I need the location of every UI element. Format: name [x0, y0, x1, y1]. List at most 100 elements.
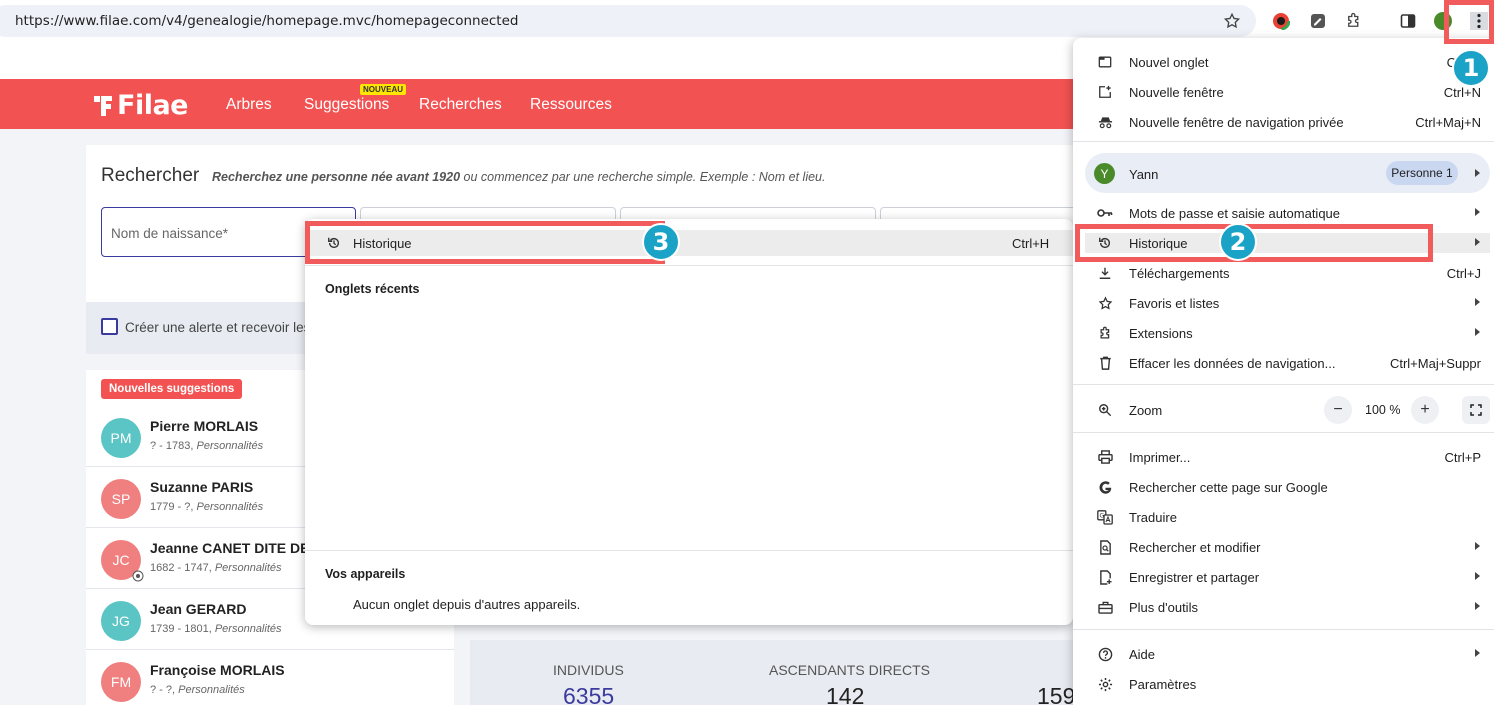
person-name: Jean GERARD: [150, 601, 247, 617]
stat-value-individus: 6355: [563, 683, 615, 705]
svg-text:G: G: [1100, 512, 1105, 519]
new-tab-icon: [1097, 54, 1113, 70]
zoom-value: 100 %: [1365, 403, 1401, 417]
history-submenu: Historique Ctrl+H Onglets récents Vos ap…: [305, 219, 1073, 625]
person-tag: Personnalités: [178, 684, 245, 696]
settings-icon: [1097, 676, 1113, 692]
person-dates-range: ? - ?,: [150, 684, 179, 696]
new-window-icon: [1097, 84, 1113, 100]
menu-extensions[interactable]: Extensions: [1129, 326, 1193, 341]
chevron-right-icon: [1475, 542, 1480, 550]
filae-logo[interactable]: Filae: [92, 90, 189, 121]
nav-recherches[interactable]: Recherches: [419, 96, 502, 114]
key-icon: [1097, 205, 1113, 221]
incognito-icon: [1097, 114, 1113, 130]
toolbox-icon: [1097, 599, 1113, 615]
stat-label-ascendants: ASCENDANTS DIRECTS: [769, 662, 931, 678]
menu-new-window[interactable]: Nouvelle fenêtre: [1129, 85, 1224, 100]
menu-incognito[interactable]: Nouvelle fenêtre de navigation privée: [1129, 115, 1344, 130]
stat-value-ascendants: 142: [826, 683, 865, 705]
nav-arbres[interactable]: Arbres: [226, 96, 272, 114]
find-icon: [1097, 539, 1113, 555]
menu-clear-data[interactable]: Effacer les données de navigation...: [1129, 356, 1335, 371]
suggestion-row[interactable]: FM Françoise MORLAIS ? - ?, Personnalité…: [86, 650, 454, 705]
separator: [1073, 432, 1494, 433]
person-tag: Personnalités: [196, 501, 264, 513]
create-alert-label: Créer une alerte et recevoir les f: [125, 320, 318, 335]
menu-save-share[interactable]: Enregistrer et partager: [1129, 570, 1259, 585]
menu-clear-data-shortcut: Ctrl+Maj+Suppr: [1389, 356, 1481, 371]
new-badge: NOUVEAU: [360, 84, 407, 95]
menu-help[interactable]: Aide: [1129, 647, 1155, 662]
annotation-box-1: [1444, 0, 1494, 44]
annotation-box-3: [305, 221, 665, 264]
create-alert-checkbox[interactable]: [101, 318, 118, 335]
filae-logo-icon: [94, 96, 112, 116]
person-dates-range: 1682 - 1747,: [150, 562, 215, 574]
separator: [305, 550, 1073, 551]
devices-empty-text: Aucun onglet depuis d'autres appareils.: [353, 597, 581, 612]
person-tag: Personnalités: [196, 440, 264, 452]
zoom-in-button[interactable]: +: [1411, 396, 1439, 424]
person-tag: Personnalités: [214, 562, 282, 574]
search-subtitle-rest: ou commencez par une recherche simple. E…: [460, 170, 826, 184]
zoom-out-button[interactable]: −: [1324, 396, 1352, 424]
person-name: Suzanne PARIS: [150, 479, 254, 495]
translate-icon: G: [1097, 509, 1113, 525]
person-name: Jeanne CANET DITE DE C: [150, 540, 324, 556]
menu-passwords[interactable]: Mots de passe et saisie automatique: [1129, 206, 1340, 221]
person-name: Françoise MORLAIS: [150, 662, 285, 678]
location-target-icon: [132, 570, 144, 582]
google-icon: [1097, 479, 1113, 495]
profile-avatar: Y: [1094, 163, 1115, 184]
url-text[interactable]: https://www.filae.com/v4/genealogie/home…: [15, 13, 518, 29]
puzzle-icon: [1097, 325, 1113, 341]
stat-value-third: 159: [1037, 683, 1076, 705]
menu-bookmarks[interactable]: Favoris et listes: [1129, 296, 1219, 311]
menu-incognito-shortcut: Ctrl+Maj+N: [1415, 115, 1481, 130]
browser-toolbar: https://www.filae.com/v4/genealogie/home…: [0, 0, 1494, 42]
menu-translate[interactable]: Traduire: [1129, 510, 1177, 525]
annotation-step-1: 1: [1452, 49, 1490, 87]
nav-suggestions[interactable]: Suggestions: [304, 96, 389, 114]
search-subtitle-bold: Recherchez une personne née avant 1920: [212, 170, 461, 184]
edit-extension-icon[interactable]: [1308, 11, 1328, 31]
avatar: FM: [101, 662, 141, 702]
menu-settings[interactable]: Paramètres: [1129, 677, 1196, 692]
chevron-right-icon: [1475, 169, 1480, 177]
menu-zoom-label: Zoom: [1129, 403, 1163, 418]
separator: [1073, 141, 1494, 142]
search-title: Rechercher: [101, 165, 200, 186]
menu-search-google[interactable]: Rechercher cette page sur Google: [1129, 480, 1328, 495]
person-dates: ? - ?, Personnalités: [150, 684, 245, 696]
avatar: JG: [101, 601, 141, 641]
fullscreen-button[interactable]: [1462, 396, 1490, 424]
profile-chip: Personne 1: [1386, 161, 1458, 185]
menu-downloads[interactable]: Téléchargements: [1129, 266, 1229, 281]
bookmark-star-icon[interactable]: [1222, 11, 1242, 31]
help-icon: [1097, 646, 1113, 662]
stat-label-individus: INDIVIDUS: [553, 662, 624, 678]
menu-new-window-shortcut: Ctrl+N: [1443, 85, 1481, 100]
nav-ressources[interactable]: Ressources: [530, 96, 612, 114]
menu-print[interactable]: Imprimer...: [1129, 450, 1190, 465]
logo-text: Filae: [117, 90, 189, 121]
person-dates-range: 1739 - 1801,: [150, 623, 215, 635]
separator: [1073, 629, 1494, 630]
extensions-puzzle-icon[interactable]: [1344, 11, 1364, 31]
side-panel-icon[interactable]: [1398, 11, 1418, 31]
new-suggestions-badge: Nouvelles suggestions: [101, 379, 243, 399]
birth-name-placeholder: Nom de naissance*: [111, 226, 229, 241]
annotation-step-3: 3: [642, 223, 680, 261]
menu-more-tools[interactable]: Plus d'outils: [1129, 600, 1198, 615]
color-extension-icon[interactable]: [1271, 11, 1291, 31]
menu-new-tab[interactable]: Nouvel onglet: [1129, 55, 1209, 70]
print-icon: [1097, 449, 1113, 465]
chevron-right-icon: [1475, 298, 1480, 306]
profile-name: Yann: [1129, 167, 1159, 182]
chevron-right-icon: [1475, 208, 1480, 216]
chevron-right-icon: [1475, 238, 1480, 246]
star-icon: [1097, 295, 1113, 311]
submenu-history-shortcut: Ctrl+H: [1012, 236, 1050, 251]
menu-find-edit[interactable]: Rechercher et modifier: [1129, 540, 1261, 555]
